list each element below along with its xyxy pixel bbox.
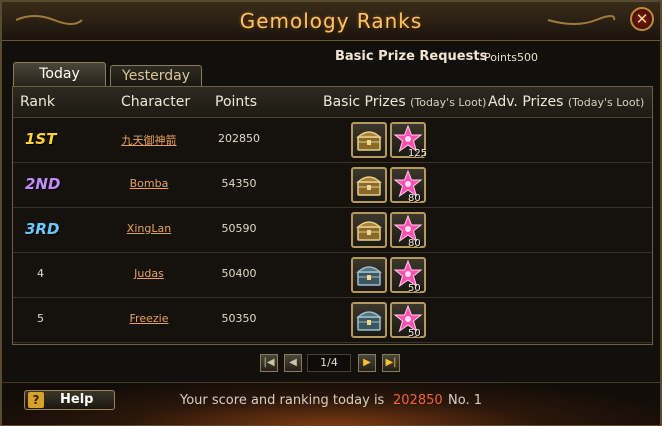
first-page-button[interactable]: |◀ [260, 354, 278, 372]
last-page-icon: ▶| [385, 357, 397, 368]
header-adv-prizes-sub: (Today's Loot) [567, 96, 645, 109]
header-rank: Rank [20, 94, 55, 110]
title-bar: Gemology Ranks ✕ [2, 2, 660, 41]
gem-count: 50 [408, 328, 421, 339]
basic-prize-chest-button[interactable] [351, 212, 387, 248]
gem-count: 50 [408, 283, 421, 294]
gem-count: 80 [408, 238, 421, 249]
points-cell: 50400 [221, 267, 257, 280]
gold-chest-icon [356, 131, 382, 151]
rank-cell: 5 [37, 312, 44, 325]
prev-page-button[interactable]: ◀ [284, 354, 302, 372]
header-points: Points [215, 94, 258, 110]
character-link[interactable]: Bomba [111, 177, 187, 190]
header-basic-prizes-label: Basic Prizes [323, 94, 406, 110]
points-cell: 202850 [218, 132, 260, 145]
gold-chest-icon [356, 176, 382, 196]
table-row: 2ND Bomba 54350 80 [13, 163, 652, 208]
gemology-ranks-window: Gemology Ranks ✕ Basic Prize Requests Po… [0, 0, 662, 426]
basic-prize-chest-button[interactable] [351, 302, 387, 338]
rank-cell: 3RD [25, 220, 60, 238]
table-row: 4 Judas 50400 50 [13, 253, 652, 298]
character-link[interactable]: 九天御神箭 [111, 132, 187, 148]
header-basic-prizes-sub: (Today's Loot) [410, 96, 487, 109]
gem-count: 80 [408, 193, 421, 204]
character-link[interactable]: Judas [111, 267, 187, 280]
character-link[interactable]: Freezie [111, 312, 187, 325]
character-link[interactable]: XingLan [111, 222, 187, 235]
last-page-button[interactable]: ▶| [382, 354, 400, 372]
next-page-icon: ▶ [363, 357, 371, 368]
table-row: 3RD XingLan 50590 80 [13, 208, 652, 253]
score-value: 202850 [393, 393, 443, 408]
rank-cell: 2ND [25, 175, 61, 193]
rankings-table: Rank Character Points Basic Prizes (Toda… [12, 86, 653, 345]
basic-prize-requests-points: Points500 [484, 51, 539, 64]
basic-prize-chest-button[interactable] [351, 122, 387, 158]
silver-chest-icon [356, 311, 382, 331]
points-cell: 54350 [221, 177, 257, 190]
gold-chest-icon [356, 221, 382, 241]
tab-yesterday[interactable]: Yesterday [110, 65, 202, 86]
ranking-value: No. 1 [448, 393, 482, 408]
table-row: 5 Freezie 50350 50 [13, 298, 652, 343]
prev-page-icon: ◀ [289, 357, 297, 368]
help-button[interactable]: ? Help [24, 390, 115, 410]
table-header: Rank Character Points Basic Prizes (Toda… [13, 87, 652, 118]
basic-prize-chest-button[interactable] [351, 257, 387, 293]
header-adv-prizes-label: Adv. Prizes [488, 94, 564, 110]
points-cell: 50350 [221, 312, 257, 325]
next-page-button[interactable]: ▶ [358, 354, 376, 372]
score-text: Your score and ranking today is [180, 393, 385, 408]
help-label: Help [60, 392, 94, 407]
help-icon: ? [28, 392, 44, 408]
header-character: Character [121, 94, 191, 110]
gem-count: 125 [408, 148, 428, 159]
first-page-icon: |◀ [263, 357, 275, 368]
points-cell: 50590 [221, 222, 257, 235]
rank-cell: 1ST [25, 130, 57, 148]
silver-chest-icon [356, 266, 382, 286]
title-ornament-right-icon [547, 15, 616, 25]
close-icon: ✕ [635, 10, 649, 28]
page-indicator: 1/4 [307, 354, 351, 372]
header-basic-prizes: Basic Prizes (Today's Loot) [323, 94, 486, 110]
close-button[interactable]: ✕ [630, 7, 654, 31]
table-row: 1ST 九天御神箭 202850 125 [13, 118, 652, 163]
rank-cell: 4 [37, 267, 44, 280]
basic-prize-requests-label: Basic Prize Requests [335, 49, 488, 64]
header-adv-prizes: Adv. Prizes (Today's Loot) [488, 94, 644, 110]
tab-today[interactable]: Today [13, 62, 106, 86]
basic-prize-chest-button[interactable] [351, 167, 387, 203]
